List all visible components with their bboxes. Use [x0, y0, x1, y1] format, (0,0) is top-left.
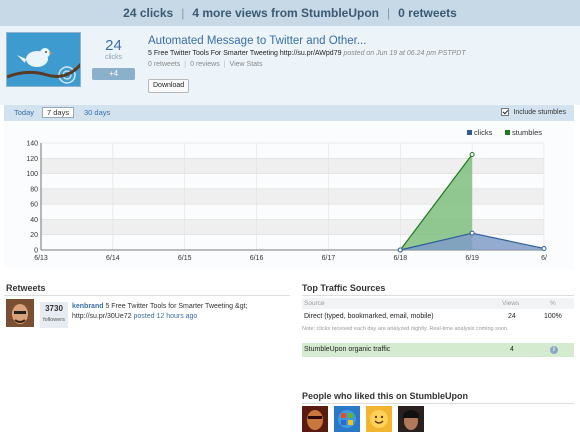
analysis-note: Note: clicks received each day are analy…: [302, 326, 509, 332]
stumbleupon-views-summary: 4 more views from StumbleUpon: [192, 6, 380, 20]
traffic-chart-svg: 0 20 40 60 80 100 120 140 6/13 6/14 6/15 6/16 6/17 6/…: [26, 128, 547, 262]
posted-date: posted on Jun 19 at 06.24 pm PSTPDT: [343, 50, 466, 57]
retweets-divider: [4, 295, 290, 296]
download-button[interactable]: Download: [148, 79, 190, 93]
retweet-item: 3730 followers kenbrand 5 Free Twitter T…: [6, 299, 291, 329]
traffic-sources-heading: Top Traffic Sources: [302, 283, 386, 293]
x-tick-label: 6/14: [106, 255, 120, 262]
data-point-clicks: [469, 230, 475, 236]
tab-7-days[interactable]: 7 days: [42, 107, 75, 118]
x-tick-label: 6/18: [393, 255, 407, 262]
view-stats-link[interactable]: View Stats: [230, 61, 263, 68]
followers-label: followers: [43, 317, 65, 323]
views-column-header: Views: [502, 300, 520, 307]
x-tick-label: 6/19: [465, 255, 479, 262]
tweet-text-line2[interactable]: http://su.pr/30Ue72: [72, 313, 132, 320]
link-meta: 0 retweets | 0 reviews | View Stats: [148, 61, 262, 68]
legend-label-clicks: clicks: [474, 128, 493, 137]
summary-separator: |: [181, 6, 185, 20]
y-tick-label: 20: [30, 232, 38, 239]
link-title[interactable]: Automated Message to Twitter and Other..…: [148, 35, 366, 47]
stumbleupon-views: 4: [510, 346, 514, 353]
y-tick-label: 120: [26, 156, 38, 163]
y-tick-label: 60: [30, 202, 38, 209]
traffic-percent: 100%: [544, 313, 562, 320]
followers-count: 3730: [45, 304, 63, 313]
y-tick-label: 0: [34, 248, 38, 255]
legend-label-stumbles: stumbles: [512, 128, 542, 137]
y-tick-label: 100: [26, 171, 38, 178]
traffic-divider: [302, 295, 574, 296]
x-tick-label: 6/: [541, 255, 547, 262]
data-point-stumbles: [469, 151, 475, 157]
link-header: 24 clicks +4 Automated Message to Twitte…: [0, 26, 580, 105]
tweet-timestamp[interactable]: posted 12 hours ago: [134, 313, 198, 320]
data-point-clicks: [397, 247, 403, 253]
liker-avatar[interactable]: [398, 406, 424, 432]
time-range-tabs: Today 7 days 30 days Include stumbles: [4, 105, 574, 121]
traffic-chart: 0 20 40 60 80 100 120 140 6/13 6/14 6/15 6/16 6/17 6/…: [4, 121, 574, 269]
traffic-source-name: Direct (typed, bookmarked, email, mobile…: [304, 313, 434, 320]
tweet-text-line1: 5 Free Twitter Tools for Smarter Tweetin…: [105, 303, 248, 310]
y-tick-label: 80: [30, 186, 38, 193]
stumbleupon-traffic-row: StumbleUpon organic traffic 4 i: [302, 343, 574, 357]
followers-count-box: 3730 followers: [40, 302, 68, 328]
link-description: 5 Free Twitter Tools For Smarter Tweetin…: [148, 50, 466, 57]
traffic-table-header: Source Views %: [302, 298, 574, 309]
reviews-link[interactable]: 0 reviews: [190, 61, 220, 68]
likers-divider: [302, 403, 574, 404]
click-delta-badge: +4: [92, 68, 135, 80]
legend-swatch-clicks: [467, 130, 472, 135]
x-tick-label: 6/17: [322, 255, 336, 262]
include-stumbles-label: Include stumbles: [513, 108, 566, 116]
stats-summary-bar: 24 clicks | 4 more views from StumbleUpo…: [0, 0, 580, 26]
x-tick-label: 6/16: [250, 255, 264, 262]
click-count-label: clicks: [104, 54, 123, 61]
include-stumbles-toggle[interactable]: Include stumbles: [501, 108, 566, 116]
summary-separator: |: [387, 6, 391, 20]
traffic-views: 24: [508, 313, 516, 320]
meta-separator: |: [184, 61, 187, 68]
include-stumbles-checkbox[interactable]: [501, 108, 510, 116]
y-tick-label: 140: [26, 141, 38, 148]
liker-avatar[interactable]: [366, 406, 392, 432]
tab-today[interactable]: Today: [14, 108, 34, 118]
click-counter: 24 clicks +4: [92, 38, 135, 80]
liker-avatar[interactable]: [302, 406, 328, 432]
source-column-header: Source: [304, 300, 325, 307]
stumbleupon-source-name: StumbleUpon organic traffic: [304, 346, 391, 353]
info-icon[interactable]: i: [550, 346, 558, 354]
percent-column-header: %: [550, 300, 556, 307]
legend-swatch-stumbles: [505, 130, 510, 135]
liker-avatar[interactable]: [334, 406, 360, 432]
data-point-clicks: [541, 245, 547, 251]
retweeter-username[interactable]: kenbrand: [72, 303, 104, 310]
clicks-summary: 24 clicks: [123, 6, 174, 20]
tweet-text: kenbrand 5 Free Twitter Tools for Smarte…: [72, 302, 247, 322]
y-tick-label: 40: [30, 217, 38, 224]
click-count: 24: [105, 37, 122, 54]
retweets-link[interactable]: 0 retweets: [148, 61, 180, 68]
x-tick-label: 6/15: [178, 255, 192, 262]
likers-heading: People who liked this on StumbleUpon: [302, 391, 469, 401]
description-text: 5 Free Twitter Tools For Smarter Tweetin…: [148, 50, 342, 57]
tab-30-days[interactable]: 30 days: [84, 108, 110, 118]
twitter-bird-thumbnail[interactable]: [6, 32, 81, 87]
x-tick-label: 6/13: [34, 255, 48, 262]
retweets-summary: 0 retweets: [398, 6, 457, 20]
retweets-heading: Retweets: [6, 283, 46, 293]
meta-separator: |: [223, 61, 226, 68]
retweeter-avatar[interactable]: [6, 299, 34, 327]
